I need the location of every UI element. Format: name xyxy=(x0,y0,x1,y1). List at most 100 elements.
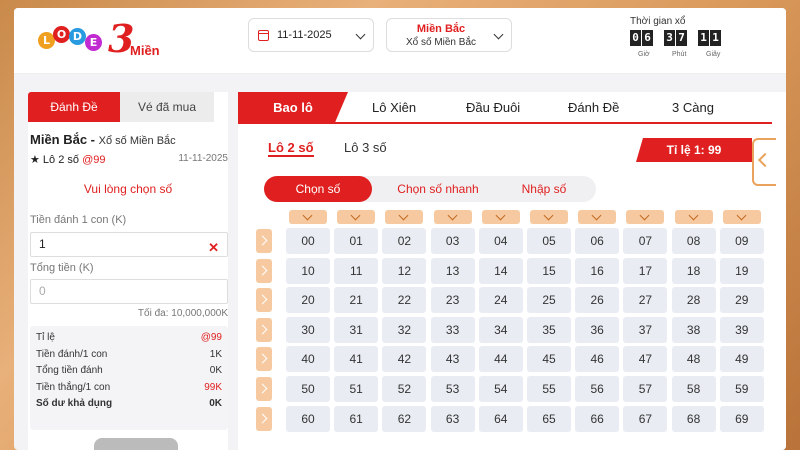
tab-bao-lo[interactable]: Bao lô xyxy=(238,92,348,123)
number-cell[interactable]: 15 xyxy=(527,257,571,284)
select-column-button[interactable] xyxy=(289,210,327,224)
number-cell[interactable]: 34 xyxy=(478,316,523,343)
number-cell[interactable]: 06 xyxy=(575,228,620,254)
number-cell[interactable]: 14 xyxy=(478,257,523,284)
number-cell[interactable]: 44 xyxy=(478,346,523,373)
select-row-button[interactable] xyxy=(256,406,272,431)
number-cell[interactable]: 50 xyxy=(286,376,330,402)
select-column-button[interactable] xyxy=(481,210,520,224)
number-cell[interactable]: 60 xyxy=(286,405,330,432)
logo[interactable]: L O D E 3 Miền xyxy=(38,16,160,64)
number-cell[interactable]: 49 xyxy=(719,346,764,373)
subtab-lo-2-so[interactable]: Lô 2 số xyxy=(268,140,314,157)
number-cell[interactable]: 16 xyxy=(575,257,620,284)
select-row-button[interactable] xyxy=(256,377,272,401)
mode-pick-numbers[interactable]: Chọn số xyxy=(264,176,372,202)
number-cell[interactable]: 00 xyxy=(286,228,330,254)
number-cell[interactable]: 48 xyxy=(671,346,716,373)
total-input[interactable]: 0 xyxy=(30,279,228,304)
tab-purchased-tickets[interactable]: Vé đã mua xyxy=(120,92,214,122)
region-select[interactable]: Miền Bắc Xổ số Miền Bắc xyxy=(386,18,512,52)
number-cell[interactable]: 07 xyxy=(623,228,668,254)
number-cell[interactable]: 47 xyxy=(623,346,668,373)
number-cell[interactable]: 33 xyxy=(430,316,475,343)
number-cell[interactable]: 27 xyxy=(623,287,668,314)
number-cell[interactable]: 25 xyxy=(527,287,571,314)
number-cell[interactable]: 65 xyxy=(527,405,571,432)
number-cell[interactable]: 35 xyxy=(527,316,571,343)
number-cell[interactable]: 32 xyxy=(382,316,427,343)
number-cell[interactable]: 31 xyxy=(334,316,379,343)
select-row-button[interactable] xyxy=(256,288,272,313)
number-cell[interactable]: 12 xyxy=(382,257,427,284)
submit-button[interactable] xyxy=(94,438,178,450)
number-cell[interactable]: 29 xyxy=(719,287,764,314)
number-cell[interactable]: 63 xyxy=(430,405,475,432)
number-cell[interactable]: 53 xyxy=(430,376,475,402)
number-cell[interactable]: 18 xyxy=(671,257,716,284)
number-cell[interactable]: 62 xyxy=(382,405,427,432)
tab-place-bet[interactable]: Đánh Đề xyxy=(28,92,120,122)
number-cell[interactable]: 38 xyxy=(671,316,716,343)
number-cell[interactable]: 51 xyxy=(334,376,379,402)
select-column-button[interactable] xyxy=(433,210,472,224)
tab-danh-de[interactable]: Đánh Đề xyxy=(568,92,619,123)
number-cell[interactable]: 10 xyxy=(286,257,330,284)
number-cell[interactable]: 43 xyxy=(430,346,475,373)
number-cell[interactable]: 69 xyxy=(719,405,764,432)
select-column-button[interactable] xyxy=(674,210,713,224)
select-column-button[interactable] xyxy=(578,210,617,224)
number-cell[interactable]: 39 xyxy=(719,316,764,343)
mode-quick-pick[interactable]: Chọn số nhanh xyxy=(380,176,496,202)
number-cell[interactable]: 42 xyxy=(382,346,427,373)
number-cell[interactable]: 61 xyxy=(334,405,379,432)
number-cell[interactable]: 28 xyxy=(671,287,716,314)
mode-enter-numbers[interactable]: Nhập số xyxy=(504,176,584,202)
number-cell[interactable]: 21 xyxy=(334,287,379,314)
number-cell[interactable]: 46 xyxy=(575,346,620,373)
select-column-button[interactable] xyxy=(337,210,376,224)
number-cell[interactable]: 08 xyxy=(671,228,716,254)
amount-input[interactable]: 1 ✕ xyxy=(30,232,228,257)
date-picker[interactable]: 11-11-2025 xyxy=(248,18,374,52)
number-cell[interactable]: 04 xyxy=(478,228,523,254)
number-cell[interactable]: 09 xyxy=(719,228,764,254)
number-cell[interactable]: 23 xyxy=(430,287,475,314)
number-cell[interactable]: 54 xyxy=(478,376,523,402)
number-cell[interactable]: 59 xyxy=(719,376,764,402)
tab-dau-duoi[interactable]: Đầu Đuôi xyxy=(466,92,520,123)
subtab-lo-3-so[interactable]: Lô 3 số xyxy=(344,140,387,155)
number-cell[interactable]: 64 xyxy=(478,405,523,432)
number-cell[interactable]: 13 xyxy=(430,257,475,284)
collapse-panel-button[interactable] xyxy=(752,138,776,186)
number-cell[interactable]: 11 xyxy=(334,257,379,284)
select-row-button[interactable] xyxy=(256,317,272,342)
number-cell[interactable]: 40 xyxy=(286,346,330,373)
number-cell[interactable]: 05 xyxy=(527,228,571,254)
number-cell[interactable]: 30 xyxy=(286,316,330,343)
number-cell[interactable]: 57 xyxy=(623,376,668,402)
number-cell[interactable]: 22 xyxy=(382,287,427,314)
tab-3-cang[interactable]: 3 Càng xyxy=(672,92,714,123)
number-cell[interactable]: 19 xyxy=(719,257,764,284)
tab-lo-xien[interactable]: Lô Xiên xyxy=(372,92,416,123)
number-cell[interactable]: 52 xyxy=(382,376,427,402)
number-cell[interactable]: 58 xyxy=(671,376,716,402)
number-cell[interactable]: 68 xyxy=(671,405,716,432)
select-column-button[interactable] xyxy=(385,210,424,224)
select-row-button[interactable] xyxy=(256,229,272,253)
number-cell[interactable]: 36 xyxy=(575,316,620,343)
select-column-button[interactable] xyxy=(530,210,568,224)
select-row-button[interactable] xyxy=(256,347,272,372)
number-cell[interactable]: 41 xyxy=(334,346,379,373)
select-column-button[interactable] xyxy=(626,210,665,224)
select-row-button[interactable] xyxy=(256,258,272,283)
number-cell[interactable]: 45 xyxy=(527,346,571,373)
number-cell[interactable]: 20 xyxy=(286,287,330,314)
number-cell[interactable]: 01 xyxy=(334,228,379,254)
number-cell[interactable]: 67 xyxy=(623,405,668,432)
number-cell[interactable]: 24 xyxy=(478,287,523,314)
number-cell[interactable]: 37 xyxy=(623,316,668,343)
number-cell[interactable]: 55 xyxy=(527,376,571,402)
number-cell[interactable]: 03 xyxy=(430,228,475,254)
